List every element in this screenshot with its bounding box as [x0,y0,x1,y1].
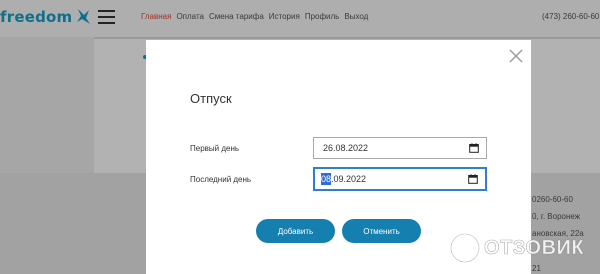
first-day-label: Первый день [190,144,240,153]
first-day-value: 26.08.2022 [323,143,369,153]
calendar-icon[interactable] [469,143,479,153]
otzovik-watermark: ОТЗОВИК [449,228,584,268]
first-day-date-input[interactable]: 26.08.2022 [313,137,487,159]
close-icon[interactable] [507,47,525,65]
last-day-selected-segment[interactable]: 08 [321,173,332,185]
otzovik-logo-icon [449,232,481,264]
dialog-title: Отпуск [190,91,232,106]
last-day-date-input[interactable]: 08 .09.2022 [313,167,487,191]
last-day-value-rest: .09.2022 [331,174,367,184]
last-day-label: Последний день [190,175,252,184]
add-button[interactable]: Добавить [256,219,335,243]
cancel-button[interactable]: Отменить [342,219,421,243]
watermark-text: ОТЗОВИК [484,236,585,259]
calendar-icon[interactable] [468,174,478,184]
